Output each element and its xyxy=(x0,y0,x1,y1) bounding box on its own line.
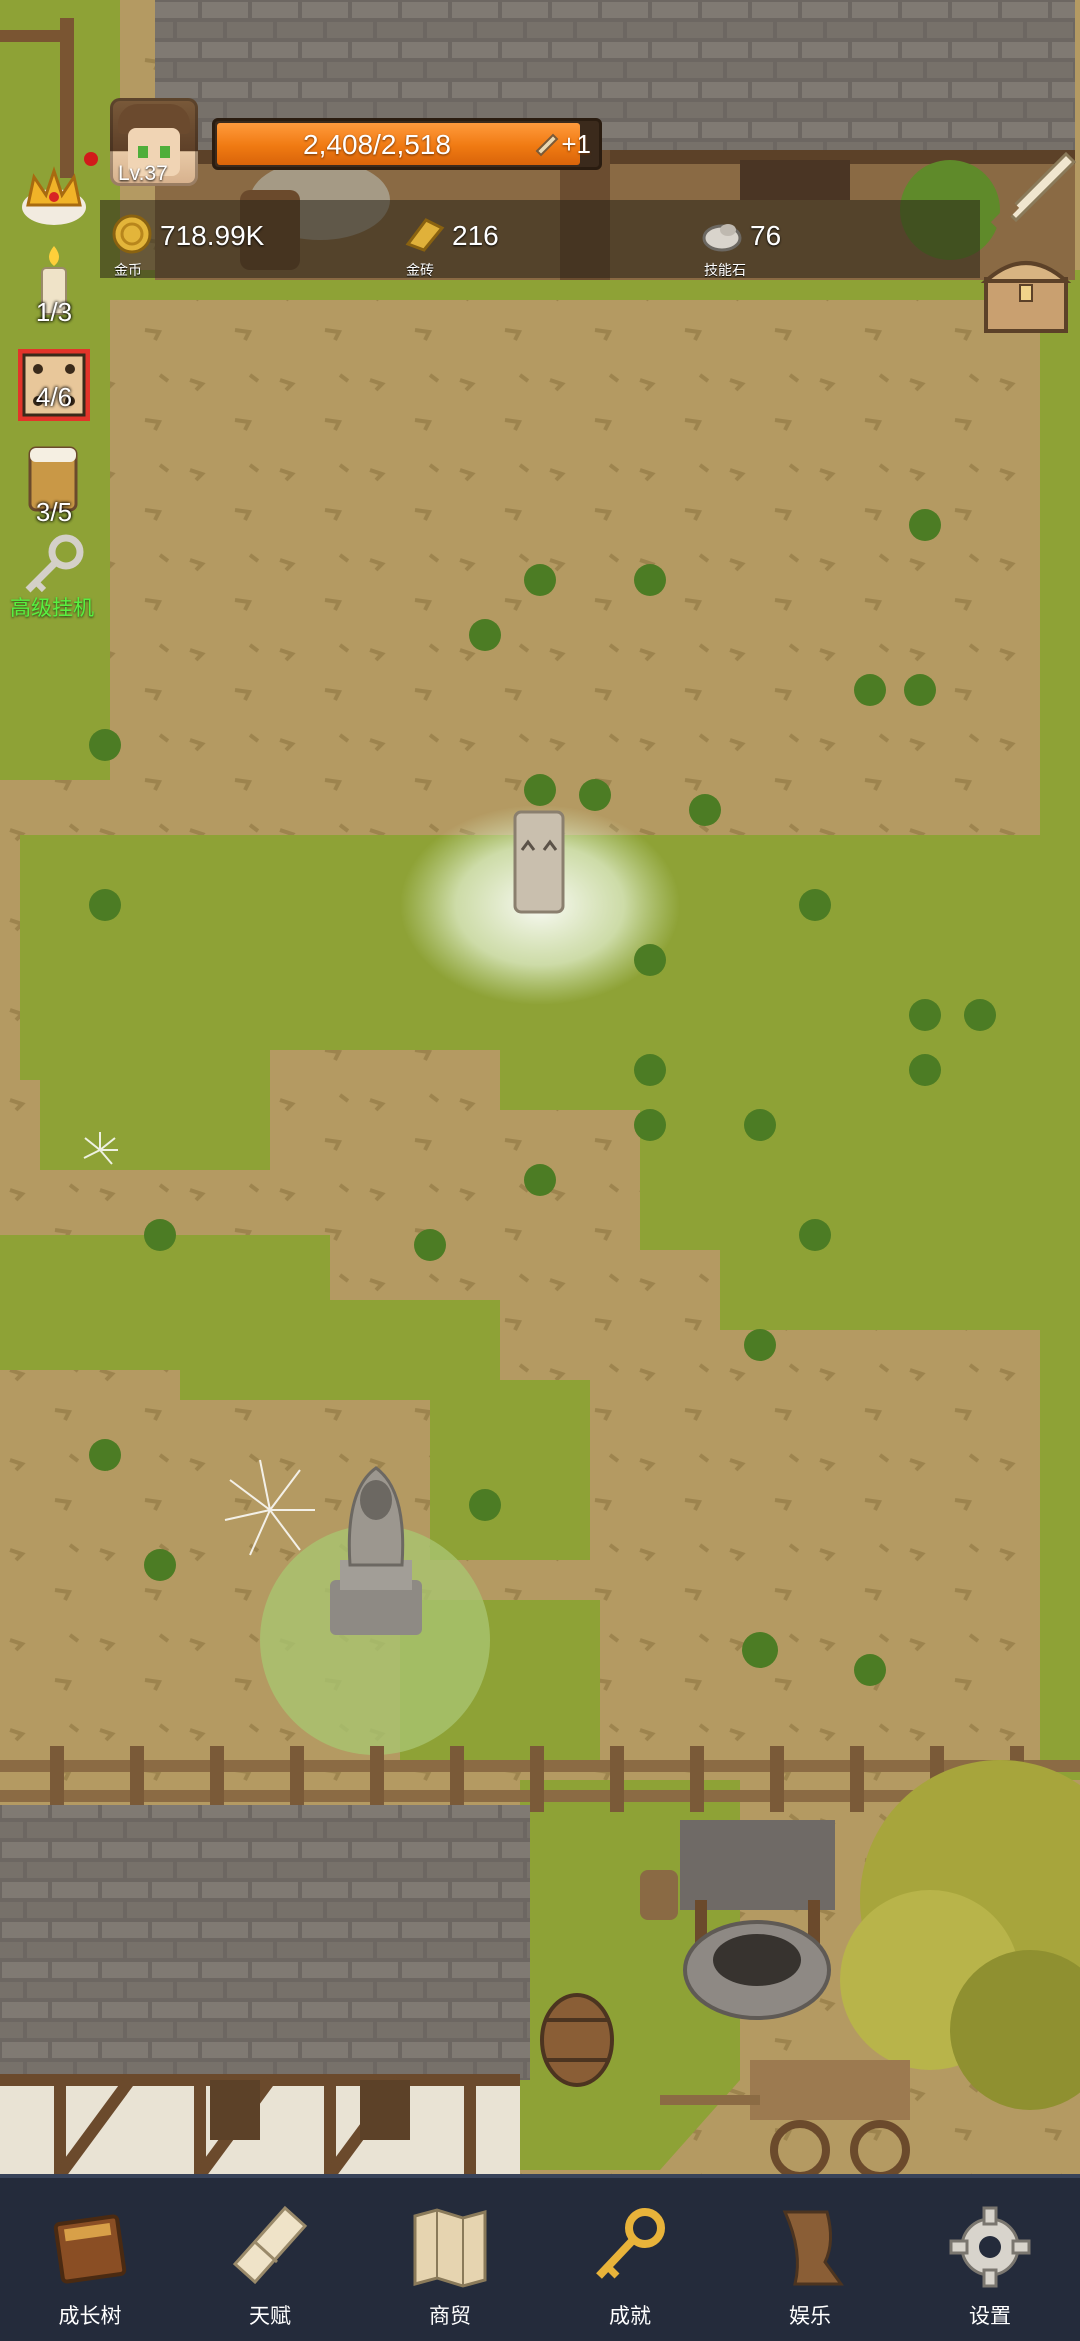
key-icon xyxy=(596,2208,665,2279)
resource-gold[interactable]: 718.99K 金币 xyxy=(100,200,390,278)
nav-label: 商贸 xyxy=(429,2305,471,2328)
nav-entertainment[interactable]: 娱乐 xyxy=(720,2178,900,2341)
dice-count: 4/6 xyxy=(35,382,73,412)
nav-growth-tree[interactable]: 成长树 xyxy=(0,2178,180,2341)
nav-label: 设置 xyxy=(969,2305,1011,2328)
crown-icon xyxy=(22,166,86,225)
xp-text: 2,408/2,518 xyxy=(303,129,451,160)
nav-label: 成长树 xyxy=(58,2305,122,2328)
candle-count: 1/3 xyxy=(35,297,73,327)
map-icon xyxy=(413,2208,487,2288)
resource-skill-stone[interactable]: 76 技能石 xyxy=(690,200,980,278)
gold-brick-value: 216 xyxy=(452,220,499,251)
crown-button[interactable] xyxy=(14,155,94,235)
scroll-icon xyxy=(232,2205,308,2285)
nav-label: 娱乐 xyxy=(789,2305,831,2328)
nav-trade[interactable]: 商贸 xyxy=(360,2178,540,2341)
skill-stone-icon xyxy=(702,224,742,252)
nav-settings[interactable]: 设置 xyxy=(900,2178,1080,2341)
gold-brick-icon xyxy=(405,218,445,252)
resource-gold-brick[interactable]: 216 金砖 xyxy=(392,200,682,278)
skill-stone-value: 76 xyxy=(750,220,782,251)
candle-button[interactable]: 1/3 xyxy=(14,240,94,327)
player-level: Lv.37 xyxy=(118,162,168,185)
dice-button[interactable]: 4/6 xyxy=(14,345,94,425)
gold-coin-icon xyxy=(112,214,152,254)
skill-stone-label: 技能石 xyxy=(704,262,746,278)
gold-label: 金币 xyxy=(114,262,142,278)
game-map xyxy=(0,0,1080,2337)
beer-button[interactable]: 3/5 xyxy=(14,440,94,527)
treasure-chest-button[interactable] xyxy=(976,245,1076,341)
scroll-icon xyxy=(535,133,559,157)
sword-button[interactable] xyxy=(976,150,1077,246)
gold-brick-label: 金砖 xyxy=(406,262,434,278)
nav-achievement[interactable]: 成就 xyxy=(540,2178,720,2341)
nav-label: 成就 xyxy=(609,2305,651,2328)
parchment-icon xyxy=(782,2210,844,2286)
sword-icon xyxy=(990,151,1077,230)
xp-bonus: +1 xyxy=(561,129,591,159)
treasure-chest-icon xyxy=(980,261,1072,333)
nav-talent[interactable]: 天赋 xyxy=(180,2178,360,2341)
gear-icon xyxy=(949,2206,1031,2288)
xp-bar: 2,408/2,518 +1 xyxy=(212,118,602,170)
idle-label[interactable]: 高级挂机 xyxy=(10,592,94,622)
bottom-nav: 成长树 天赋 商贸 成就 娱乐 设置 xyxy=(0,2174,1080,2341)
beer-count: 3/5 xyxy=(35,497,73,527)
nav-label: 天赋 xyxy=(249,2305,291,2328)
book-icon xyxy=(53,2214,127,2284)
gold-value: 718.99K xyxy=(160,220,265,251)
